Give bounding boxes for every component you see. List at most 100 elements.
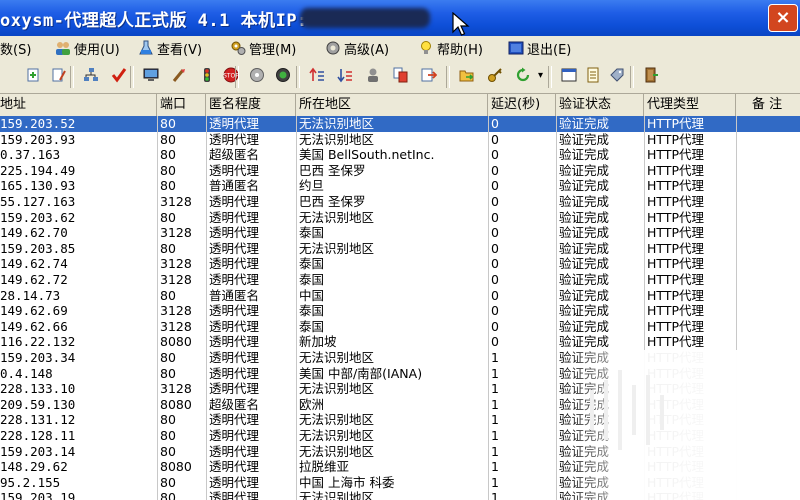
cell-col-3: 美国 中部/南部(IANA) — [299, 365, 423, 381]
window-button[interactable] — [558, 66, 580, 88]
table-row[interactable]: 228.133.10 3128 透明代理 无法识别地区 1 验证完成 HTTP代理 — [0, 381, 800, 397]
cell-col-0: 159.203.52 — [0, 116, 76, 131]
cell-col-3: 无法识别地区 — [299, 490, 375, 500]
cell-col-2: 透明代理 — [209, 350, 260, 365]
cell-col-5: 验证完成 — [559, 178, 610, 194]
menu-item-label: 数(S) — [0, 42, 32, 58]
column-header-2[interactable]: 匿名程度 — [206, 94, 296, 116]
verify-check-button[interactable] — [108, 66, 130, 88]
toolbar-separator — [296, 66, 300, 88]
key-button[interactable] — [484, 66, 506, 88]
table-row[interactable]: 225.194.49 80 透明代理 巴西 圣保罗 0 验证完成 HTTP代理 — [0, 163, 800, 179]
cell-col-0: 0.4.148 — [0, 365, 53, 381]
table-row[interactable]: 28.14.73 80 普通匿名 中国 0 验证完成 HTTP代理 — [0, 288, 800, 304]
column-header-6[interactable]: 代理类型 — [644, 94, 736, 116]
table-row[interactable]: 159.203.34 80 透明代理 无法识别地区 1 验证完成 HTTP代理 — [0, 350, 800, 366]
menu-item-3[interactable]: 管理(M) — [230, 39, 296, 58]
sort-up-icon — [309, 67, 325, 87]
disc-green-button[interactable] — [272, 66, 294, 88]
cell-col-2: 透明代理 — [209, 303, 260, 319]
menu-item-1[interactable]: 使用(U) — [55, 39, 120, 58]
table-row[interactable]: 159.203.93 80 透明代理 无法识别地区 0 验证完成 HTTP代理 — [0, 132, 800, 148]
column-header-3[interactable]: 所在地区 — [296, 94, 488, 116]
column-header-7[interactable]: 备 注 — [736, 94, 800, 116]
blurred-ip-address — [300, 8, 430, 28]
table-row[interactable]: 159.203.62 80 透明代理 无法识别地区 0 验证完成 HTTP代理 — [0, 210, 800, 226]
notepad-button[interactable] — [582, 66, 604, 88]
tag-button[interactable] — [606, 66, 628, 88]
cell-col-4: 0 — [491, 303, 499, 319]
copy-button[interactable] — [390, 66, 412, 88]
table-row[interactable]: 228.131.12 80 透明代理 无法识别地区 1 验证完成 HTTP代理 — [0, 412, 800, 428]
monitor-button[interactable] — [140, 66, 162, 88]
cell-col-2: 透明代理 — [209, 474, 260, 490]
table-row[interactable]: 228.128.11 80 透明代理 无法识别地区 1 验证完成 HTTP代理 — [0, 428, 800, 444]
table-row[interactable]: 159.203.19 80 透明代理 无法识别地区 1 验证完成 HTTP代理 — [0, 490, 800, 500]
toolbar-separator — [446, 66, 450, 88]
menu-item-5[interactable]: 帮助(H) — [418, 39, 483, 58]
cell-col-5: 验证完成 — [559, 272, 610, 287]
export-button[interactable] — [418, 66, 440, 88]
cell-col-4: 1 — [491, 459, 499, 475]
cell-col-2: 透明代理 — [209, 194, 260, 209]
cell-col-6: HTTP代理 — [647, 428, 704, 443]
menu-item-0[interactable]: 数(S) — [0, 39, 32, 58]
cell-col-0: 149.62.70 — [0, 225, 68, 241]
table-row[interactable]: 159.203.85 80 透明代理 无法识别地区 0 验证完成 HTTP代理 — [0, 241, 800, 257]
cell-col-1: 3128 — [160, 225, 192, 241]
table-row[interactable]: 95.2.155 80 透明代理 中国 上海市 科委 1 验证完成 HTTP代理 — [0, 475, 800, 491]
table-row[interactable]: 0.37.163 80 超级匿名 美国 BellSouth.netInc. 0 验证完成 H… — [0, 147, 800, 163]
table-row[interactable]: 149.62.74 3128 透明代理 泰国 0 验证完成 HTTP代理 — [0, 256, 800, 272]
table-row[interactable]: 116.22.132 8080 透明代理 新加坡 0 验证完成 HTTP代理 — [0, 334, 800, 350]
cell-col-2: 透明代理 — [209, 116, 260, 131]
cell-col-6: HTTP代理 — [647, 162, 704, 178]
cell-col-0: 228.133.10 — [0, 381, 76, 397]
table-row[interactable]: 209.59.130 8080 超级匿名 欧洲 1 验证完成 HTTP代理 — [0, 397, 800, 413]
table-row[interactable]: 149.62.72 3128 透明代理 泰国 0 验证完成 HTTP代理 — [0, 272, 800, 288]
menu-item-2[interactable]: 查看(V) — [138, 39, 202, 58]
column-header-4[interactable]: 延迟(秒) — [488, 94, 556, 116]
cell-col-1: 80 — [160, 490, 176, 500]
table-row[interactable]: 159.203.14 80 透明代理 无法识别地区 1 验证完成 HTTP代理 — [0, 444, 800, 460]
table-row[interactable]: 55.127.163 3128 透明代理 巴西 圣保罗 0 验证完成 HTTP代理 — [0, 194, 800, 210]
table-row[interactable]: 149.62.66 3128 透明代理 泰国 0 验证完成 HTTP代理 — [0, 319, 800, 335]
cell-col-6: HTTP代理 — [647, 256, 704, 272]
menu-item-6[interactable]: 退出(E) — [508, 39, 571, 58]
import-button[interactable] — [22, 66, 44, 88]
cell-col-4: 0 — [491, 287, 499, 303]
folder-export-button[interactable] — [456, 66, 478, 88]
column-header-1[interactable]: 端口 — [157, 94, 206, 116]
edit-button[interactable] — [48, 66, 70, 88]
exit-door-button[interactable] — [640, 66, 662, 88]
sort-down-button[interactable] — [334, 66, 356, 88]
disc-gray-button[interactable] — [246, 66, 268, 88]
refresh-dropdown-arrow-icon[interactable]: ▾ — [538, 70, 543, 81]
table-row[interactable]: 148.29.62 8080 透明代理 拉脱维亚 1 验证完成 HTTP代理 — [0, 459, 800, 475]
cell-col-3: 约旦 — [299, 178, 325, 194]
cell-col-5: 验证完成 — [559, 287, 610, 303]
menu-bar: 数(S) 使用(U) 查看(V) 管理(M) 高级(A) 帮助(H) 退出(E) — [0, 36, 800, 61]
column-header-0[interactable]: 地址 — [0, 94, 157, 116]
table-row[interactable]: 149.62.70 3128 透明代理 泰国 0 验证完成 HTTP代理 — [0, 225, 800, 241]
cell-col-4: 0 — [491, 256, 499, 272]
import-icon — [25, 67, 41, 87]
table-row[interactable]: 149.62.69 3128 透明代理 泰国 0 验证完成 HTTP代理 — [0, 303, 800, 319]
close-window-button[interactable]: × — [768, 4, 798, 32]
table-row[interactable]: 165.130.93 80 普通匿名 约旦 0 验证完成 HTTP代理 — [0, 178, 800, 194]
column-divider — [206, 116, 207, 500]
cell-col-5: 验证完成 — [559, 318, 610, 334]
refresh-button[interactable] — [512, 66, 534, 88]
sort-up-button[interactable] — [306, 66, 328, 88]
person-button[interactable] — [362, 66, 384, 88]
table-row[interactable]: 0.4.148 80 透明代理 美国 中部/南部(IANA) 1 验证完成 HTTP代理 — [0, 366, 800, 382]
table-row[interactable]: 159.203.52 80 透明代理 无法识别地区 0 验证完成 HTTP代理 — [0, 116, 800, 132]
tree-button[interactable] — [80, 66, 102, 88]
traffic-light-button[interactable] — [196, 66, 218, 88]
cell-col-1: 8080 — [160, 396, 192, 412]
brush-button[interactable] — [168, 66, 190, 88]
cell-col-6: HTTP代理 — [647, 412, 704, 428]
cell-col-6: HTTP代理 — [647, 459, 704, 475]
menu-item-4[interactable]: 高级(A) — [325, 39, 389, 58]
column-header-5[interactable]: 验证状态 — [556, 94, 644, 116]
cell-col-1: 80 — [160, 365, 176, 381]
